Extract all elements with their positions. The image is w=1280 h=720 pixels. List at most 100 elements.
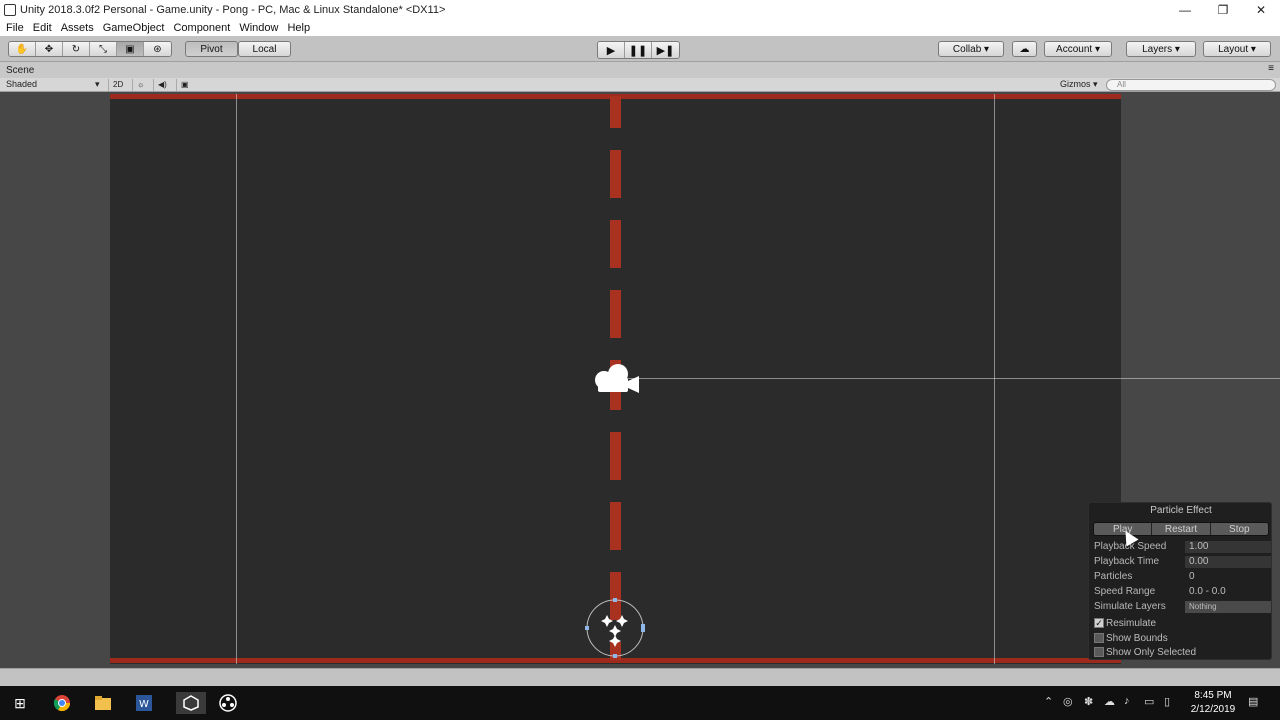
rotate-tool-icon[interactable]: ↻ — [63, 42, 90, 56]
taskbar-clock[interactable]: 8:45 PM 2/12/2019 — [1188, 689, 1238, 717]
speed-range-row: Speed Range 0.0 - 0.0 — [1094, 586, 1270, 599]
pivot-label: Pivot — [200, 43, 223, 55]
close-button[interactable]: ✕ — [1242, 0, 1280, 20]
center-line-segment — [610, 502, 621, 550]
svg-text:W: W — [139, 699, 149, 710]
scale-tool-icon[interactable]: ⤡ — [90, 42, 117, 56]
battery-icon[interactable]: ▯ — [1164, 695, 1170, 708]
menu-edit[interactable]: Edit — [33, 22, 52, 34]
clock-date: 2/12/2019 — [1190, 704, 1236, 715]
local-label: Local — [252, 43, 277, 55]
chevron-up-icon[interactable]: ⌃ — [1044, 695, 1053, 708]
tab-scene[interactable]: Scene — [6, 65, 34, 76]
particle-system-gizmo-icon[interactable] — [584, 597, 646, 659]
tray-cloud-icon[interactable]: ☁ — [1104, 695, 1115, 708]
show-only-selected-checkbox[interactable]: Show Only Selected — [1094, 646, 1196, 658]
menu-file[interactable]: File — [6, 22, 24, 34]
obs-icon[interactable] — [217, 692, 239, 714]
playback-time-label: Playback Time — [1094, 556, 1160, 567]
menu-assets[interactable]: Assets — [61, 22, 94, 34]
menu-window[interactable]: Window — [239, 22, 278, 34]
tab-menu-icon[interactable]: ≡ — [1268, 63, 1274, 74]
center-line-segment — [610, 432, 621, 480]
show-only-selected-label: Show Only Selected — [1106, 646, 1197, 658]
menu-component[interactable]: Component — [173, 22, 230, 34]
particle-effect-panel: Particle Effect Play Restart Stop Playba… — [1088, 502, 1272, 660]
particle-restart-button[interactable]: Restart — [1152, 523, 1211, 535]
dropbox-icon[interactable]: ✽ — [1084, 695, 1093, 708]
play-button[interactable]: ▶ — [598, 42, 625, 58]
speed-range-value: 0.0 - 0.0 — [1189, 586, 1226, 597]
layers-label: Layers ▾ — [1142, 43, 1180, 55]
volume-icon[interactable]: ♪ — [1124, 695, 1130, 707]
simulate-layers-row: Simulate Layers Nothing — [1094, 601, 1271, 614]
chevron-down-icon: ▾ — [95, 79, 100, 89]
transform-tool-icon[interactable]: ⊛ — [144, 42, 171, 56]
menu-bar: File Edit Assets GameObject Component Wi… — [0, 20, 1280, 36]
camera-gizmo-icon[interactable] — [592, 360, 640, 400]
audio-toggle-icon[interactable]: ◀) — [153, 79, 171, 91]
center-line-segment — [610, 290, 621, 338]
center-line-segment — [610, 96, 621, 128]
file-explorer-icon[interactable] — [92, 692, 114, 714]
windows-taskbar: ⊞ W ⌃ ◎ ✽ ☁ ♪ ▭ ▯ 8:45 PM 2/12/2019 ▤ — [0, 686, 1280, 720]
menu-gameobject[interactable]: GameObject — [103, 22, 165, 34]
playback-speed-row: Playback Speed 1.00 — [1094, 541, 1271, 554]
tray-app-icon[interactable]: ◎ — [1063, 695, 1073, 708]
resimulate-checkbox[interactable]: ✓ Resimulate — [1094, 617, 1156, 629]
particle-stop-button[interactable]: Stop — [1210, 523, 1268, 535]
particles-count: 0 — [1189, 571, 1195, 582]
pause-button[interactable]: ❚❚ — [625, 42, 652, 58]
scene-search-input[interactable]: All — [1106, 79, 1276, 91]
particles-row: Particles 0 — [1094, 571, 1270, 584]
word-icon[interactable]: W — [133, 692, 155, 714]
camera-frame-right — [994, 94, 995, 664]
collab-label: Collab ▾ — [952, 43, 990, 55]
shading-mode-dropdown[interactable]: Shaded — [6, 79, 102, 89]
playback-time-field[interactable]: 0.00 — [1185, 556, 1271, 568]
resimulate-label: Resimulate — [1106, 617, 1157, 629]
effects-toggle-icon[interactable]: ▣ — [176, 79, 193, 91]
center-line-segment — [610, 150, 621, 198]
window-title: Unity 2018.3.0f2 Personal - Game.unity -… — [20, 4, 446, 16]
playback-speed-field[interactable]: 1.00 — [1185, 541, 1271, 553]
window-titlebar: Unity 2018.3.0f2 Personal - Game.unity -… — [0, 0, 1280, 20]
toggle-2d-button[interactable]: 2D — [108, 79, 127, 91]
layout-label: Layout ▾ — [1218, 43, 1256, 55]
maximize-button[interactable]: ❐ — [1204, 0, 1242, 20]
simulate-layers-dropdown[interactable]: Nothing — [1185, 601, 1271, 613]
transform-tools: ✋ ✥ ↻ ⤡ ▣ ⊛ — [8, 41, 172, 57]
checkbox-unchecked-icon — [1094, 633, 1104, 643]
account-dropdown[interactable]: Account ▾ — [1044, 41, 1112, 57]
checkbox-checked-icon: ✓ — [1094, 618, 1104, 628]
windows-start-icon[interactable]: ⊞ — [9, 692, 31, 714]
rect-tool-icon[interactable]: ▣ — [117, 42, 144, 56]
step-button[interactable]: ▶❚ — [652, 42, 679, 58]
checkbox-unchecked-icon — [1094, 647, 1104, 657]
gizmos-dropdown[interactable]: Gizmos ▾ — [1060, 79, 1098, 90]
hand-tool-icon[interactable]: ✋ — [9, 42, 36, 56]
show-bounds-label: Show Bounds — [1106, 632, 1168, 644]
move-tool-icon[interactable]: ✥ — [36, 42, 63, 56]
particle-effect-title: Particle Effect — [1150, 505, 1212, 516]
network-icon[interactable]: ▭ — [1144, 695, 1154, 708]
menu-help[interactable]: Help — [287, 22, 310, 34]
show-bounds-checkbox[interactable]: Show Bounds — [1094, 632, 1168, 644]
cloud-button[interactable]: ☁ — [1012, 41, 1037, 57]
lighting-toggle-icon[interactable]: ☼ — [132, 79, 148, 91]
chrome-icon[interactable] — [51, 692, 73, 714]
particles-label: Particles — [1094, 571, 1133, 582]
window-controls: — ❐ ✕ — [1166, 0, 1280, 20]
pivot-toggle[interactable]: Pivot — [185, 41, 238, 57]
speed-range-label: Speed Range — [1094, 586, 1156, 597]
unity-taskbar-icon[interactable] — [176, 692, 206, 714]
scene-toolbar: Shaded ▾ 2D ☼ ◀) ▣ Gizmos ▾ All — [0, 78, 1280, 92]
minimize-button[interactable]: — — [1166, 0, 1204, 20]
scene-tab-bar: Scene ≡ — [0, 62, 1280, 78]
collab-dropdown[interactable]: Collab ▾ — [938, 41, 1004, 57]
layout-dropdown[interactable]: Layout ▾ — [1203, 41, 1271, 57]
layers-dropdown[interactable]: Layers ▾ — [1126, 41, 1196, 57]
clock-time: 8:45 PM — [1194, 690, 1232, 701]
local-toggle[interactable]: Local — [238, 41, 291, 57]
notifications-icon[interactable]: ▤ — [1248, 695, 1258, 708]
